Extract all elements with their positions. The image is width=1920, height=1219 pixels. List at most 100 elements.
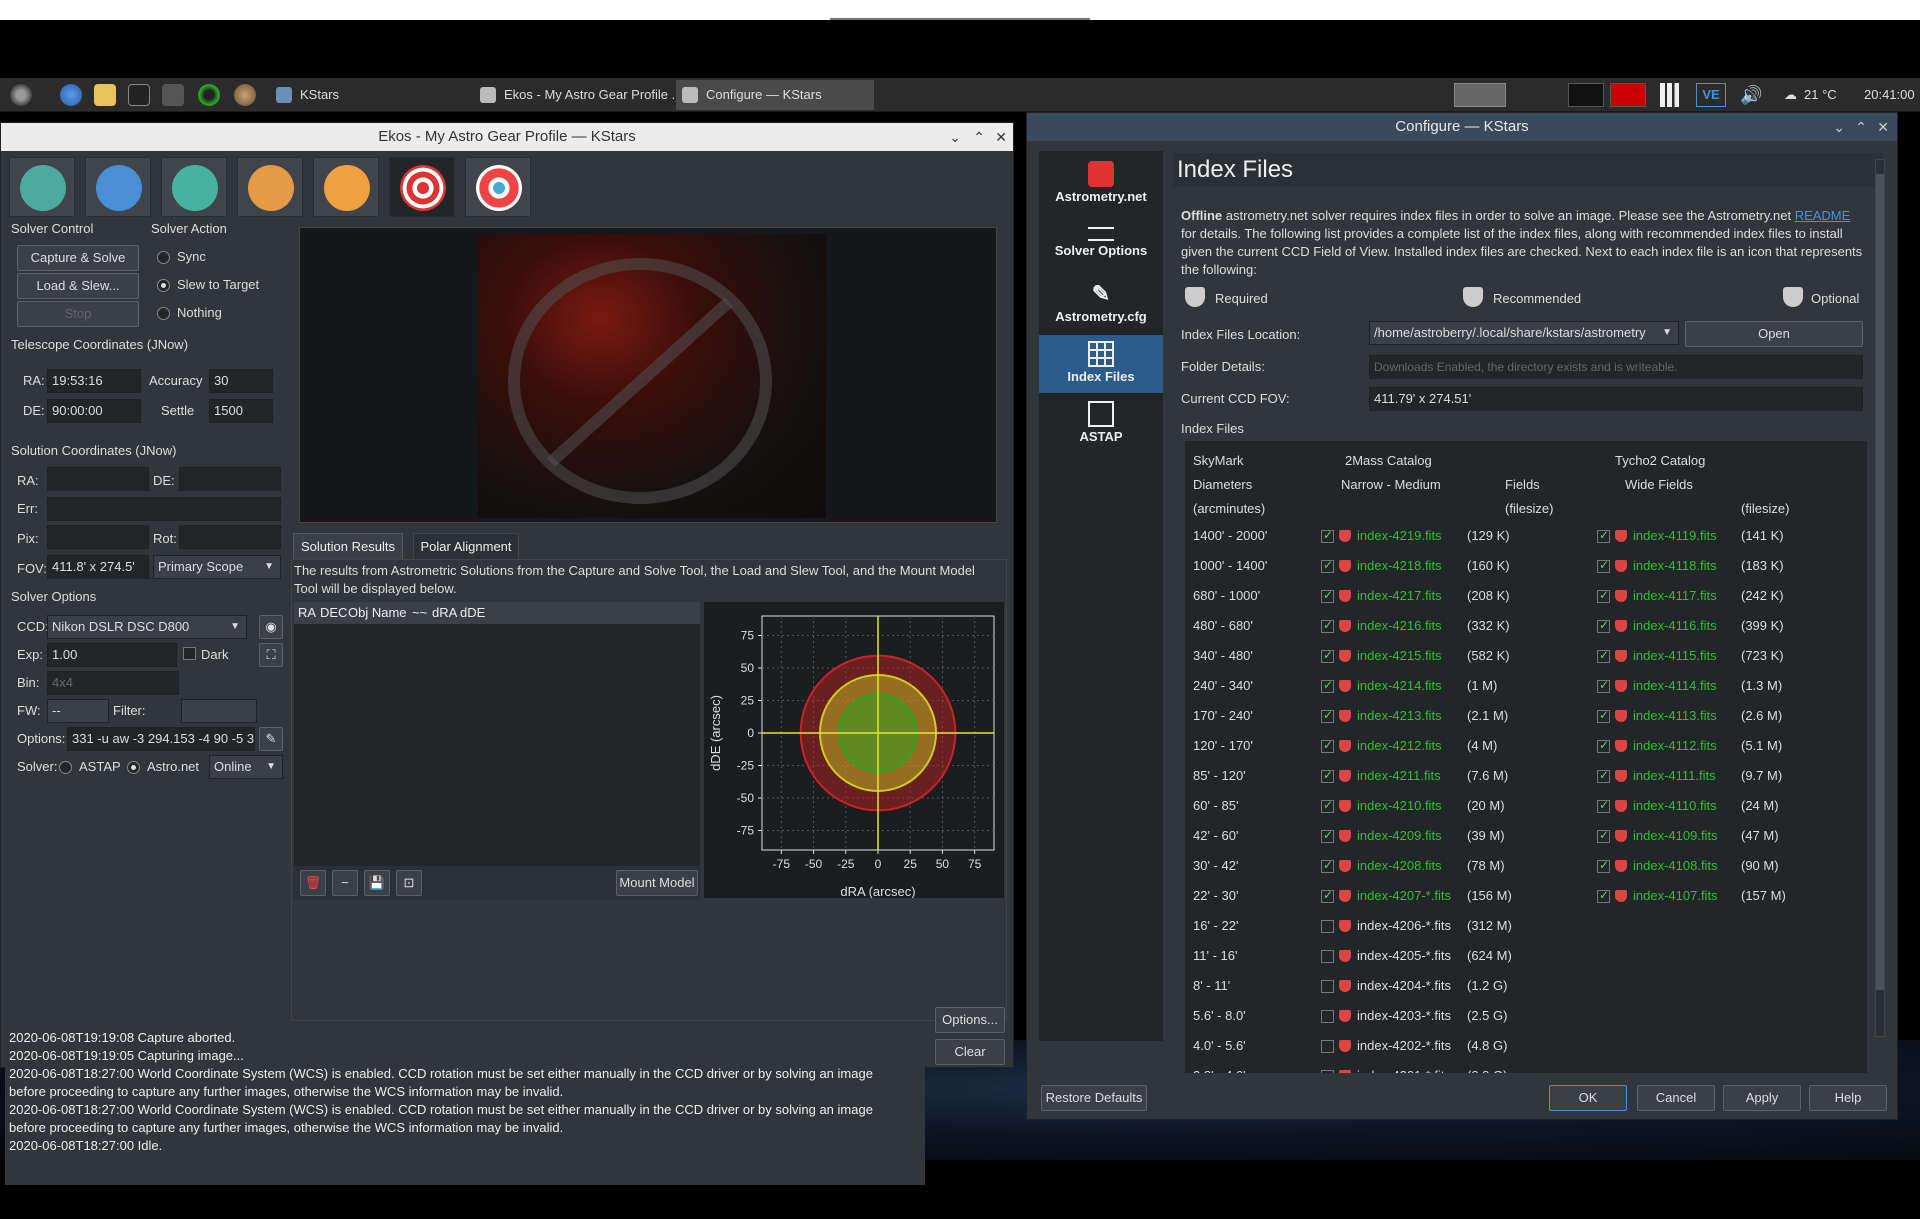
open-button[interactable]: Open [1685,321,1863,347]
minimize-icon[interactable]: ⌄ [949,123,961,151]
readme-link[interactable]: README [1795,208,1851,223]
nav-index-files[interactable]: Index Files [1039,335,1163,393]
index-checkbox[interactable] [1597,678,1610,693]
index-checkbox[interactable] [1597,528,1610,543]
index-checkbox[interactable] [1321,618,1334,633]
bin-select[interactable]: 4x4 [47,671,179,695]
ccd-select[interactable]: Nikon DSLR DSC D800 ▼ [47,615,247,639]
location-select[interactable]: /home/astroberry/.local/share/kstars/ast… [1369,321,1679,345]
index-checkbox[interactable] [1321,828,1334,843]
capture-module-tab[interactable] [237,157,303,217]
header-dec[interactable]: DEC [320,602,347,624]
exposure-spinbox[interactable]: 1.00 [47,643,177,667]
index-checkbox[interactable] [1321,678,1334,693]
fw-select[interactable]: -- [47,699,109,723]
cancel-button[interactable]: Cancel [1637,1085,1715,1111]
scrollbar-thumb[interactable] [1876,174,1884,990]
index-checkbox[interactable] [1597,708,1610,723]
index-checkbox[interactable] [1321,980,1334,993]
astap-radio[interactable] [59,761,72,774]
nav-solver-options[interactable]: Solver Options [1039,215,1163,273]
telescope-ra-field[interactable]: 19:53:16 [47,369,141,393]
index-checkbox[interactable] [1321,888,1334,903]
tools-icon[interactable] [162,84,184,106]
fov-field[interactable]: 411.8' x 274.5' [47,555,149,579]
browser-icon[interactable] [60,84,82,106]
index-checkbox[interactable] [1597,858,1610,873]
folder-icon[interactable] [94,84,116,106]
configure-titlebar[interactable]: Configure — KStars ⌄ ⌃ ✕ [1027,113,1897,141]
index-checkbox[interactable] [1597,618,1610,633]
index-checkbox[interactable] [1321,648,1334,663]
setup-module-tab[interactable] [9,157,75,217]
index-checkbox[interactable] [1321,798,1334,813]
kstars-green-icon[interactable] [198,84,220,106]
index-checkbox[interactable] [1597,768,1610,783]
nav-astrometry-cfg[interactable]: ✎ Astrometry.cfg [1039,275,1163,333]
slew-to-target-radio[interactable] [157,279,170,292]
telescope-de-field[interactable]: 90:00:00 [47,399,141,423]
vnc-icon[interactable]: VE [1696,83,1726,107]
tab-solution-results[interactable]: Solution Results [293,533,403,559]
index-checkbox[interactable] [1321,950,1334,963]
planet-icon[interactable] [234,84,256,106]
sync-radio[interactable] [157,251,170,264]
header-obj-name[interactable]: Obj Name [348,602,407,624]
fits-image-viewer[interactable] [299,227,997,523]
scope-select[interactable]: Primary Scope ▼ [153,555,281,579]
stop-button[interactable]: Stop [17,301,139,327]
help-button[interactable]: Help [1809,1085,1887,1111]
header-tilde[interactable]: ~~ [412,602,427,624]
list-scrollbar[interactable] [1875,159,1885,1037]
settle-spinbox[interactable]: 1500 [209,399,273,423]
index-checkbox[interactable] [1321,920,1334,933]
nav-astrometry-net[interactable]: Astrometry.net [1039,155,1163,213]
tab-polar-alignment[interactable]: Polar Alignment [413,533,519,559]
index-checkbox[interactable] [1321,588,1334,603]
index-checkbox[interactable] [1321,738,1334,753]
workspace-switcher[interactable] [1454,83,1506,107]
index-checkbox[interactable] [1321,1070,1334,1073]
rot-field[interactable] [179,525,281,549]
ekos-titlebar[interactable]: Ekos - My Astro Gear Profile — KStars ⌄ … [1,123,1013,151]
save-icon[interactable]: 💾 [364,870,390,896]
remove-icon[interactable]: − [332,870,358,896]
filter-select[interactable] [181,699,257,723]
maximize-icon[interactable]: ⌃ [1855,113,1867,141]
clock[interactable]: 20:41:00 [1864,83,1920,107]
ok-button[interactable]: OK [1549,1085,1627,1111]
index-checkbox[interactable] [1321,1040,1334,1053]
header-ra[interactable]: RA [298,602,316,624]
index-checkbox[interactable] [1597,888,1610,903]
index-checkbox[interactable] [1597,648,1610,663]
header-dra[interactable]: dRA [432,602,457,624]
taskbar-task-configure[interactable]: Configure — KStars [676,80,874,110]
close-icon[interactable]: ✕ [1877,113,1889,141]
maximize-icon[interactable]: ⌃ [973,123,985,151]
accuracy-spinbox[interactable]: 30 [209,369,273,393]
index-checkbox[interactable] [1597,798,1610,813]
index-checkbox[interactable] [1597,828,1610,843]
delete-icon[interactable]: 🗑 [300,870,326,896]
index-checkbox[interactable] [1321,1010,1334,1023]
scheduler-module-tab[interactable] [85,157,151,217]
capture-solve-button[interactable]: Capture & Solve [17,245,139,271]
raspberry-menu-icon[interactable] [10,84,32,106]
taskbar-task-ekos[interactable]: Ekos - My Astro Gear Profile ... [474,80,674,110]
index-checkbox[interactable] [1321,858,1334,873]
index-checkbox[interactable] [1321,558,1334,573]
subframe-icon[interactable]: ⛶ [259,643,283,667]
volume-icon[interactable]: 🔊 [1740,83,1764,107]
astronet-radio[interactable] [127,761,140,774]
restore-defaults-button[interactable]: Restore Defaults [1041,1085,1147,1111]
network-signal-icon[interactable] [1660,83,1684,107]
align-module-tab[interactable] [389,157,455,217]
index-checkbox[interactable] [1597,558,1610,573]
mount-model-button[interactable]: Mount Model [616,870,698,896]
dark-checkbox[interactable] [183,647,196,660]
eye-icon[interactable]: ◉ [259,615,283,639]
solution-de-field[interactable] [179,467,281,491]
index-checkbox[interactable] [1597,588,1610,603]
focus-module-tab[interactable] [313,157,379,217]
index-files-list[interactable]: SkyMark Diameters (arcminutes) 2Mass Cat… [1185,441,1867,1073]
